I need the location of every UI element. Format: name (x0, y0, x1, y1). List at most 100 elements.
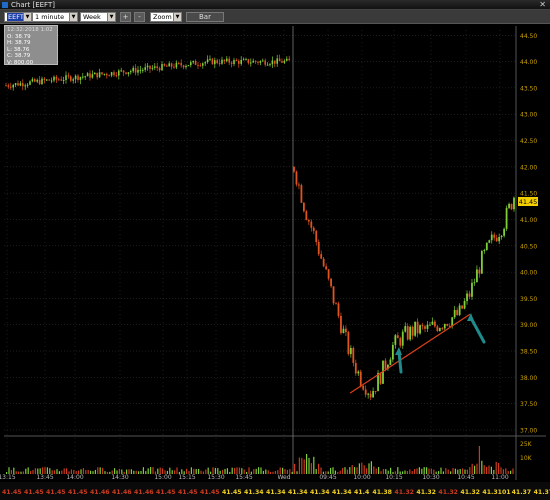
candle (242, 59, 245, 61)
candle (269, 64, 271, 66)
candle (259, 61, 262, 63)
candle (490, 234, 493, 241)
candle (62, 80, 65, 82)
candle (453, 310, 456, 318)
candle (48, 79, 50, 81)
candle (508, 203, 510, 208)
candle (101, 72, 103, 75)
volume-bar (356, 467, 358, 474)
candle (367, 393, 370, 395)
price-axis: 44.50 44.00 43.50 43.00 42.50 42.00 41.50 41.00… (520, 33, 537, 435)
chart-grid (4, 26, 546, 480)
ohlc-volume: V: 800.00 (7, 59, 34, 66)
volume-bar (236, 467, 238, 474)
volume-bar (370, 461, 372, 474)
price-strip-value: 41.38 (372, 489, 392, 496)
candle (332, 286, 335, 304)
price-strip-value: 41.46 (134, 489, 154, 496)
candle (406, 326, 409, 340)
volume-bar (44, 467, 46, 474)
candle (372, 391, 375, 398)
candle (151, 67, 154, 69)
candle (223, 59, 226, 62)
price-strip-value: 41.34 (266, 489, 286, 496)
volume-bar (291, 471, 293, 474)
volume-bar (361, 462, 363, 474)
price-strip-value: 41.46 (90, 489, 110, 496)
candle (122, 70, 125, 73)
ohlc-info-box: 12:32:2018 1:02 O: 38.79 H: 38.79 L: 38.… (4, 25, 58, 66)
price-tick-label: 41.00 (520, 217, 537, 224)
candle (60, 79, 62, 81)
volume-bar (198, 468, 200, 474)
volume-bar (195, 468, 197, 474)
volume-bar (450, 471, 452, 474)
candle (127, 72, 130, 74)
candle (168, 63, 170, 67)
candle (163, 64, 166, 66)
candle (238, 60, 240, 64)
candle (120, 70, 122, 72)
candle (345, 328, 347, 333)
candle (384, 360, 387, 369)
volume-bar (363, 465, 365, 474)
time-tick-label: 11:00 (491, 474, 508, 481)
annotation-arrowhead-icon (467, 313, 474, 321)
candle (53, 76, 55, 81)
price-tick-label: 42.00 (520, 164, 537, 171)
candle (110, 72, 113, 76)
candle (488, 240, 491, 243)
volume-bar (205, 469, 207, 474)
volume-bar (258, 467, 260, 474)
candle (349, 348, 352, 354)
candle (245, 59, 247, 61)
candle (22, 83, 24, 87)
candle (199, 65, 202, 67)
volume-bar (315, 468, 317, 474)
price-strip-value: 41.32 (416, 489, 436, 496)
volume-bar (85, 469, 87, 474)
volume-bar (267, 470, 269, 474)
volume-bar (54, 470, 56, 474)
price-tick-label: 42.50 (520, 138, 537, 145)
volume-bar (145, 471, 147, 474)
volume-bar (90, 470, 92, 474)
candle (493, 234, 496, 238)
candle (146, 65, 149, 68)
candle (264, 60, 266, 65)
candle (139, 69, 142, 71)
candle (84, 76, 86, 78)
candle (96, 72, 98, 78)
candle (7, 85, 10, 87)
candle (130, 71, 132, 73)
volume-bar (481, 460, 483, 474)
candle (166, 65, 168, 67)
price-tick-label: 39.00 (520, 322, 537, 329)
volume-bar (478, 446, 480, 474)
candle (72, 79, 74, 81)
candle (364, 389, 367, 395)
candle (513, 197, 515, 210)
price-tick-label: 40.50 (520, 243, 537, 250)
candle (182, 65, 185, 68)
time-tick-label: 13:45 (36, 474, 53, 481)
candle (194, 60, 197, 65)
volume-axis: 25K 10K (520, 441, 533, 462)
volume-bar (454, 468, 456, 474)
volume-bar (342, 467, 344, 474)
volume-bar (471, 463, 473, 474)
candle (340, 315, 342, 334)
candle (262, 60, 264, 62)
volume-bar (414, 469, 416, 474)
candle (307, 219, 310, 222)
volume-bar (358, 463, 360, 474)
volume-bar (260, 467, 262, 474)
candle (317, 242, 320, 255)
candle (12, 84, 14, 88)
price-chart[interactable]: 44.50 44.00 43.50 43.00 42.50 42.00 41.50 41.00… (0, 0, 550, 500)
price-strip-value: 41.46 (112, 489, 132, 496)
current-session-candles (293, 166, 515, 401)
annotation-arrow-icon (469, 316, 486, 344)
candle (322, 258, 325, 267)
volume-bar (495, 461, 497, 474)
